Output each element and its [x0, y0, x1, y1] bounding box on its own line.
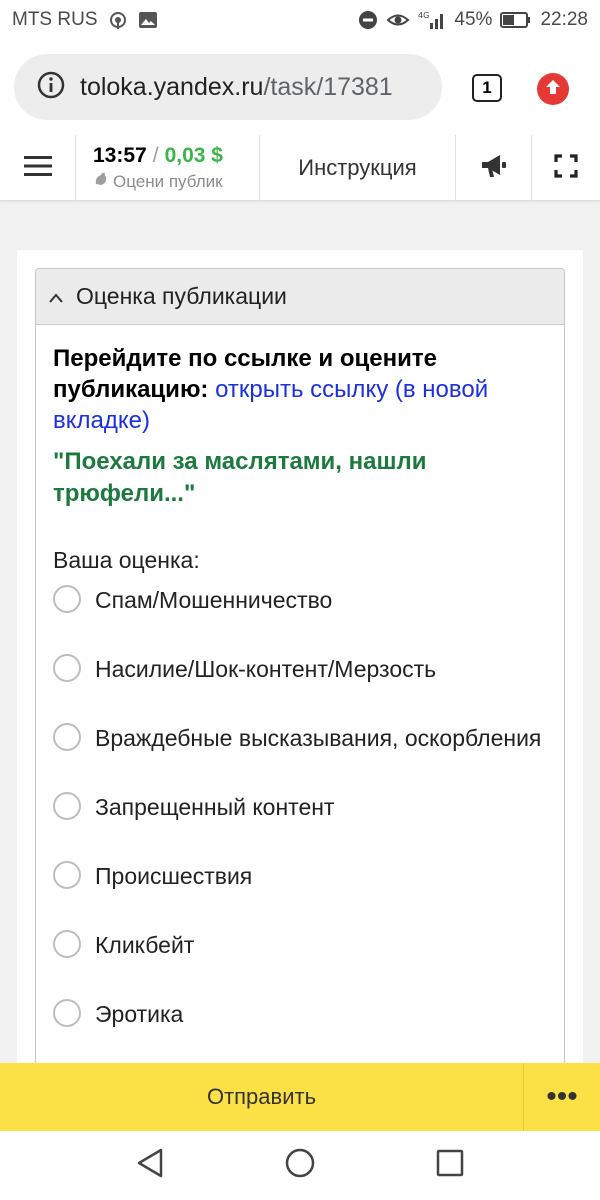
task-name: Оцени публик [113, 171, 223, 191]
feedback-button[interactable] [456, 135, 532, 201]
arrow-up-icon [544, 78, 562, 101]
url-path: /task/17381 [263, 72, 393, 101]
option-label: Эротика [95, 1001, 184, 1027]
url-host: toloka.yandex.ru [80, 72, 264, 101]
panel-body: Перейдите по ссылке и оцените публикацию… [36, 325, 564, 1030]
status-bar: MTS RUS 4G 45% 22:28 [0, 0, 600, 40]
eye-comfort-icon [386, 10, 410, 30]
radio-button[interactable] [53, 585, 81, 613]
option-erotica[interactable]: Эротика [53, 998, 547, 1030]
home-circle-icon [284, 1147, 316, 1184]
option-incidents[interactable]: Происшествия [53, 860, 547, 892]
more-button[interactable]: ••• [524, 1063, 600, 1131]
radio-button[interactable] [53, 723, 81, 751]
option-label: Происшествия [95, 863, 253, 889]
radio-button[interactable] [53, 930, 81, 958]
tab-switcher-button[interactable]: 1 [472, 74, 502, 102]
rating-options: Спам/Мошенничество Насилие/Шок-контент/М… [53, 584, 547, 1030]
option-label: Кликбейт [95, 932, 195, 958]
update-available-button[interactable] [537, 73, 569, 105]
option-clickbait[interactable]: Кликбейт [53, 929, 547, 961]
back-button[interactable] [130, 1145, 170, 1185]
home-button[interactable] [280, 1145, 320, 1185]
radio-button[interactable] [53, 999, 81, 1027]
instruction-button[interactable]: Инструкция [260, 135, 456, 201]
hotspot-icon [108, 10, 128, 30]
signal-icon: 4G [418, 10, 446, 30]
battery-icon [500, 11, 532, 29]
radio-button[interactable] [53, 861, 81, 889]
browser-toolbar: toloka.yandex.ru/task/17381 1 [0, 40, 600, 135]
menu-button[interactable] [0, 135, 76, 201]
recents-button[interactable] [430, 1145, 470, 1185]
timer-row: 13:57/0,03 $ [93, 144, 223, 168]
carrier-name: MTS RUS [12, 9, 98, 30]
action-bar: Отправить ••• [0, 1063, 600, 1131]
address-bar[interactable]: toloka.yandex.ru/task/17381 [14, 54, 442, 120]
panel-title: Оценка публикации [76, 283, 287, 309]
back-triangle-icon [135, 1147, 165, 1184]
recents-square-icon [435, 1148, 465, 1183]
image-notification-icon [138, 10, 158, 30]
rating-label: Ваша оценка: [53, 547, 200, 573]
option-label: Запрещенный контент [95, 794, 335, 820]
chevron-up-icon[interactable] [48, 283, 64, 310]
option-spam[interactable]: Спам/Мошенничество [53, 584, 547, 616]
task-type-icon [93, 171, 109, 192]
site-info-icon[interactable] [36, 70, 66, 105]
fullscreen-icon [554, 153, 578, 183]
option-violence[interactable]: Насилие/Шок-контент/Мерзость [53, 653, 547, 685]
instruction-text: Перейдите по ссылке и оцените публикацию… [53, 343, 547, 436]
hamburger-icon [23, 155, 52, 182]
url-text[interactable]: toloka.yandex.ru/task/17381 [80, 73, 393, 102]
task-panel: Оценка публикации Перейдите по ссылке и … [35, 268, 565, 1088]
task-name-row: Оцени публик [93, 171, 243, 192]
timer-separator: / [152, 144, 159, 167]
system-nav-bar [0, 1131, 600, 1200]
panel-header[interactable]: Оценка публикации [36, 269, 564, 325]
task-card: Оценка публикации Перейдите по ссылке и … [17, 250, 583, 1088]
fullscreen-button[interactable] [532, 135, 600, 201]
option-label: Враждебные высказывания, оскорбления [95, 725, 542, 751]
publication-title: "Поехали за маслятами, нашли трюфели..." [53, 448, 427, 507]
do-not-disturb-icon [358, 10, 378, 30]
timer: 13:57 [93, 144, 147, 167]
submit-button[interactable]: Отправить [0, 1063, 524, 1131]
battery-percent: 45% [454, 9, 493, 30]
task-status: 13:57/0,03 $ Оцени публик [76, 135, 260, 201]
radio-button[interactable] [53, 654, 81, 682]
option-hate-speech[interactable]: Враждебные высказывания, оскорбления [53, 722, 547, 754]
option-label: Насилие/Шок-контент/Мерзость [95, 656, 437, 682]
clock: 22:28 [540, 9, 588, 30]
task-header: 13:57/0,03 $ Оцени публик Инструкция [0, 135, 600, 201]
option-prohibited[interactable]: Запрещенный контент [53, 791, 547, 823]
option-label: Спам/Мошенничество [95, 587, 333, 613]
reward-amount: 0,03 $ [164, 144, 223, 167]
radio-button[interactable] [53, 792, 81, 820]
megaphone-icon [480, 153, 508, 184]
svg-text:4G: 4G [418, 11, 429, 20]
